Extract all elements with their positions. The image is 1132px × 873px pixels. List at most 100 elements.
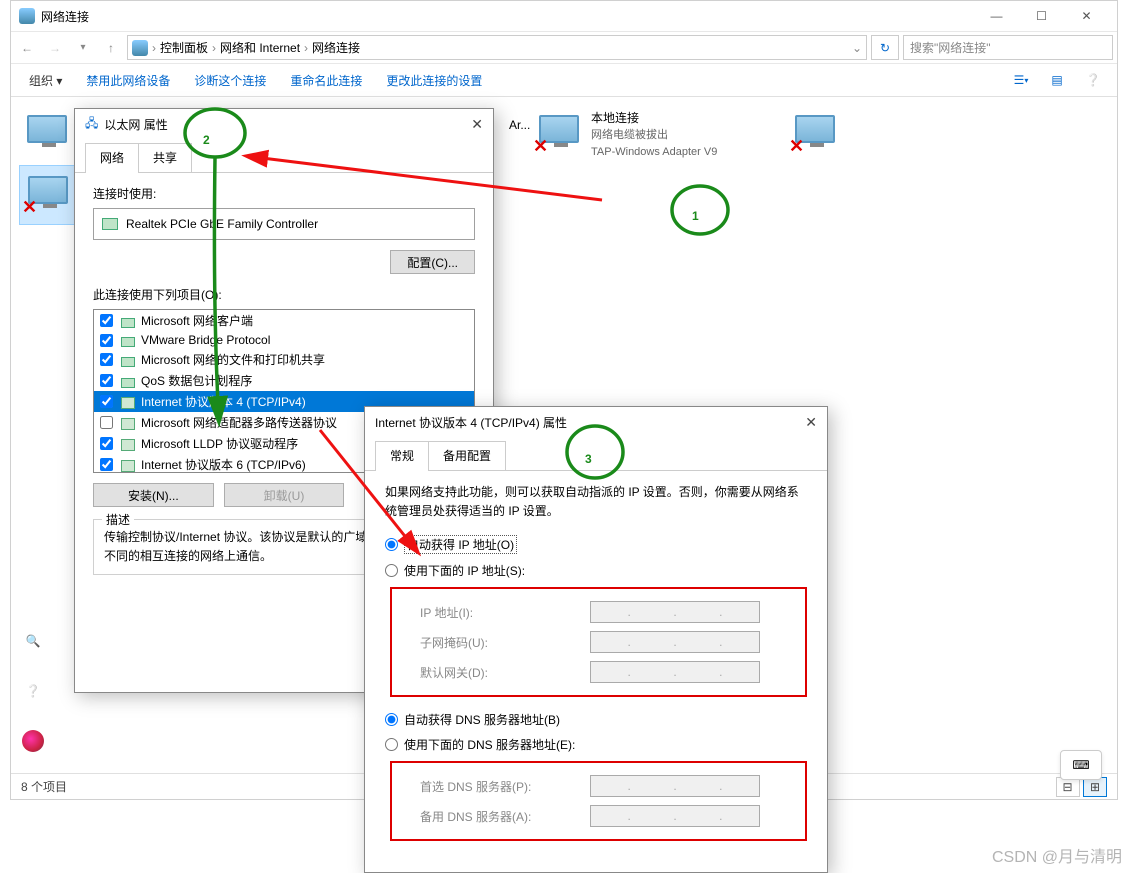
ip-address-input[interactable]: ... — [590, 601, 760, 623]
breadcrumb-dropdown[interactable]: ⌄ — [852, 41, 862, 55]
subnet-mask-input[interactable]: ... — [590, 631, 760, 653]
close-button[interactable]: ✕ — [1064, 1, 1109, 31]
subnet-mask-label: 子网掩码(U): — [420, 634, 590, 651]
tab-general[interactable]: 常规 — [375, 441, 429, 470]
ipv4-hint: 如果网络支持此功能，则可以获取自动指派的 IP 设置。否则，你需要从网络系统管理… — [385, 483, 807, 521]
view-mode-button[interactable]: ☰▾ — [1005, 68, 1037, 92]
protocol-label: Microsoft 网络适配器多路传送器协议 — [141, 414, 337, 431]
watermark: CSDN @月与清明 — [992, 843, 1122, 867]
net-item-local[interactable]: ✕ 本地连接 网络电缆被拔出 TAP-Windows Adapter V9 — [531, 105, 787, 165]
radio-auto-dns[interactable]: 自动获得 DNS 服务器地址(B) — [385, 711, 807, 728]
breadcrumb-sep: › — [152, 41, 156, 55]
refresh-button[interactable]: ↻ — [871, 35, 899, 60]
protocol-checkbox[interactable] — [100, 437, 113, 450]
net-item-partial-label: Ar... — [509, 118, 530, 132]
ipv4-properties-dialog: Internet 协议版本 4 (TCP/IPv4) 属性 ✕ 常规 备用配置 … — [364, 406, 828, 873]
protocol-label: Microsoft LLDP 协议驱动程序 — [141, 435, 298, 452]
search-icon[interactable]: 🔍 — [22, 630, 44, 652]
protocol-label: Microsoft 网络的文件和打印机共享 — [141, 351, 325, 368]
minimize-button[interactable]: — — [974, 1, 1019, 31]
dialog-title: 以太网 属性 — [104, 116, 167, 133]
net-item[interactable]: ✕ — [787, 105, 1043, 165]
dns2-label: 备用 DNS 服务器(A): — [420, 808, 590, 825]
taskbar-tray: 🔍 ❔ — [22, 630, 44, 752]
radio-use-ip[interactable]: 使用下面的 IP 地址(S): — [385, 562, 807, 579]
protocol-checkbox[interactable] — [100, 353, 113, 366]
protocol-item[interactable]: QoS 数据包计划程序 — [94, 370, 474, 391]
protocol-icon — [121, 458, 135, 472]
breadcrumb-part[interactable]: 网络和 Internet — [220, 39, 300, 56]
dns1-input[interactable]: ... — [590, 775, 760, 797]
protocol-checkbox[interactable] — [100, 395, 113, 408]
maximize-button[interactable]: ☐ — [1019, 1, 1064, 31]
protocol-label: QoS 数据包计划程序 — [141, 372, 252, 389]
back-button[interactable]: ← — [15, 36, 39, 60]
protocol-icon — [121, 374, 135, 388]
window-title: 网络连接 — [41, 8, 89, 25]
breadcrumb[interactable]: › 控制面板 › 网络和 Internet › 网络连接 ⌄ — [127, 35, 867, 60]
protocol-item[interactable]: VMware Bridge Protocol — [94, 331, 474, 349]
install-button[interactable]: 安装(N)... — [93, 483, 214, 507]
breadcrumb-part[interactable]: 控制面板 — [160, 39, 208, 56]
protocol-icon — [121, 437, 135, 451]
ip-address-label: IP 地址(I): — [420, 604, 590, 621]
search-input[interactable]: 搜索"网络连接" — [903, 35, 1113, 60]
protocol-icon — [121, 333, 135, 347]
dns1-label: 首选 DNS 服务器(P): — [420, 778, 590, 795]
help-tray-icon[interactable]: ❔ — [22, 680, 44, 702]
disable-device-button[interactable]: 禁用此网络设备 — [76, 68, 180, 93]
items-label: 此连接使用下列项目(O): — [93, 286, 475, 303]
help-button[interactable]: ❔ — [1077, 68, 1109, 92]
adapter-icon — [102, 218, 118, 230]
radio-use-dns[interactable]: 使用下面的 DNS 服务器地址(E): — [385, 736, 807, 753]
configure-button[interactable]: 配置(C)... — [390, 250, 475, 274]
item-count: 8 个项目 — [21, 778, 67, 795]
up-button[interactable]: ↑ — [99, 36, 123, 60]
tab-sharing[interactable]: 共享 — [138, 143, 192, 172]
diagnose-button[interactable]: 诊断这个连接 — [184, 68, 276, 93]
history-dropdown[interactable]: ▾ — [71, 36, 95, 60]
description-legend: 描述 — [102, 511, 134, 528]
ipv4-dialog-title: Internet 协议版本 4 (TCP/IPv4) 属性 — [375, 414, 567, 431]
protocol-checkbox[interactable] — [100, 334, 113, 347]
app-icon — [19, 8, 35, 24]
tab-alternate[interactable]: 备用配置 — [428, 441, 506, 470]
rename-button[interactable]: 重命名此连接 — [280, 68, 372, 93]
breadcrumb-part[interactable]: 网络连接 — [312, 39, 360, 56]
protocol-label: VMware Bridge Protocol — [141, 333, 270, 347]
protocol-icon — [121, 353, 135, 367]
dns2-input[interactable]: ... — [590, 805, 760, 827]
forward-button[interactable]: → — [43, 36, 67, 60]
gateway-input[interactable]: ... — [590, 661, 760, 683]
breadcrumb-icon — [132, 40, 148, 56]
radio-auto-ip[interactable]: 自动获得 IP 地址(O) — [385, 535, 807, 554]
protocol-checkbox[interactable] — [100, 458, 113, 471]
toolbar: 组织 ▾ 禁用此网络设备 诊断这个连接 重命名此连接 更改此连接的设置 ☰▾ ▤… — [11, 64, 1117, 97]
dialog-icon: 🖧 — [85, 114, 98, 135]
adapter-icon: ✕ — [535, 109, 583, 157]
protocol-label: Internet 协议版本 4 (TCP/IPv4) — [141, 393, 306, 410]
uninstall-button[interactable]: 卸载(U) — [224, 483, 345, 507]
protocol-label: Internet 协议版本 6 (TCP/IPv6) — [141, 456, 306, 473]
organize-menu[interactable]: 组织 ▾ — [19, 68, 72, 93]
tab-network[interactable]: 网络 — [85, 143, 139, 172]
touch-keyboard-button[interactable]: ⌨ — [1060, 750, 1102, 780]
protocol-checkbox[interactable] — [100, 374, 113, 387]
dialog-close-button[interactable]: ✕ — [471, 116, 483, 133]
change-settings-button[interactable]: 更改此连接的设置 — [376, 68, 492, 93]
conn-name: 本地连接 — [591, 109, 717, 127]
ipv4-close-button[interactable]: ✕ — [805, 414, 817, 431]
adapter-selector[interactable]: Realtek PCIe GbE Family Controller — [93, 208, 475, 240]
search-placeholder: 搜索"网络连接" — [910, 39, 991, 56]
protocol-item[interactable]: Microsoft 网络的文件和打印机共享 — [94, 349, 474, 370]
preview-pane-button[interactable]: ▤ — [1041, 68, 1073, 92]
protocol-checkbox[interactable] — [100, 314, 113, 327]
protocol-checkbox[interactable] — [100, 416, 113, 429]
address-bar: ← → ▾ ↑ › 控制面板 › 网络和 Internet › 网络连接 ⌄ ↻… — [11, 31, 1117, 64]
protocol-icon — [121, 416, 135, 430]
user-avatar[interactable] — [22, 730, 44, 752]
protocol-label: Microsoft 网络客户端 — [141, 312, 253, 329]
titlebar: 网络连接 — ☐ ✕ — [11, 1, 1117, 31]
protocol-item[interactable]: Microsoft 网络客户端 — [94, 310, 474, 331]
connect-using-label: 连接时使用: — [93, 185, 475, 202]
